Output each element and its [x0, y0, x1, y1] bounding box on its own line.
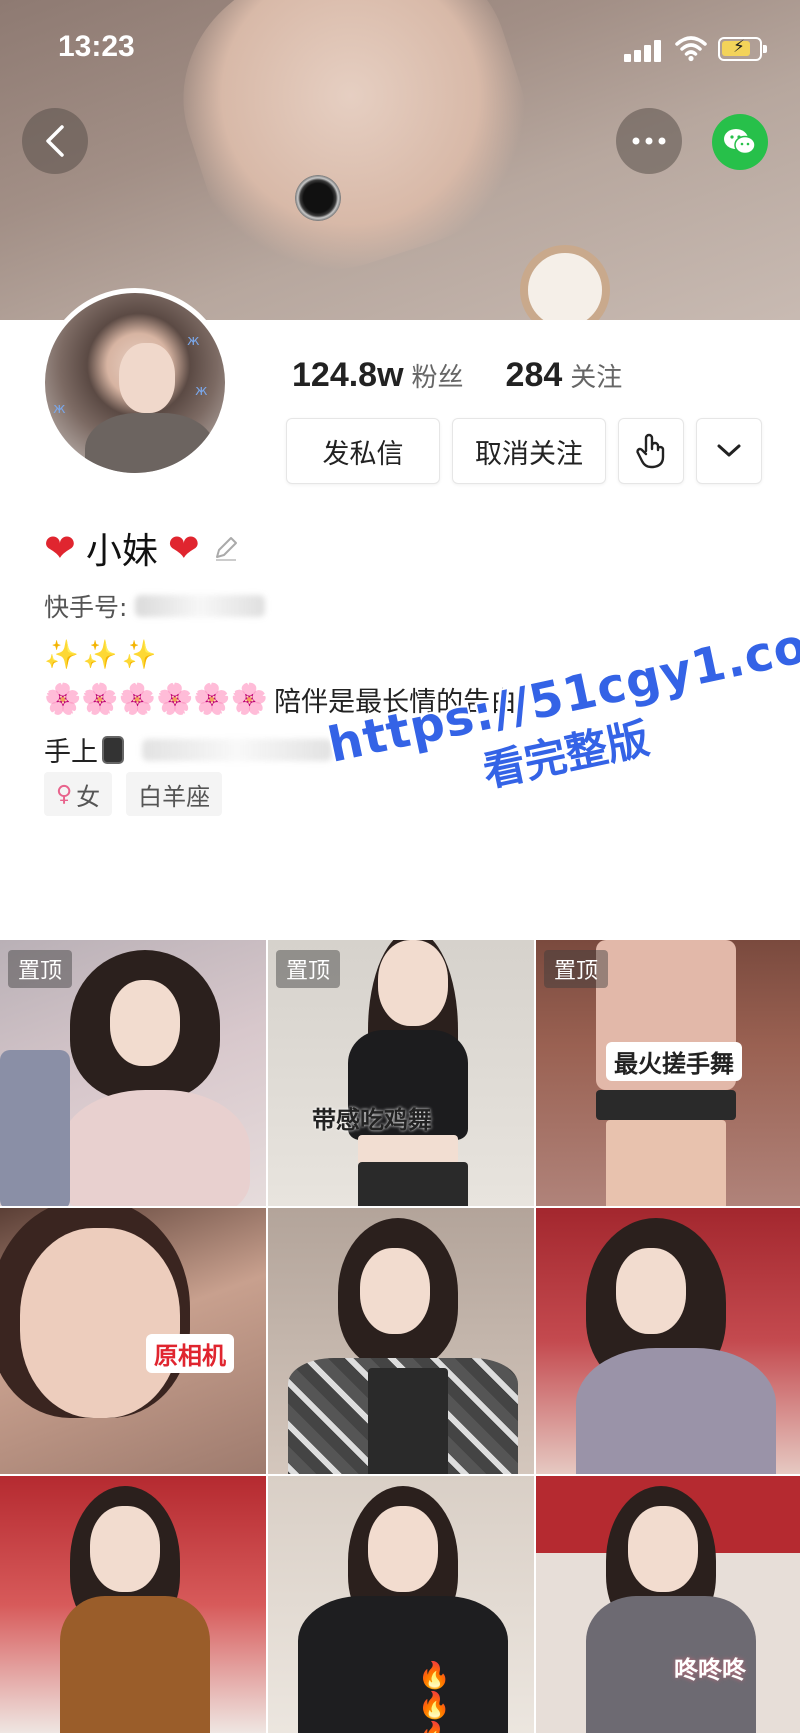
hand-pointer-icon — [636, 433, 665, 469]
profile-stats: 124.8w 粉丝 284 关注 — [292, 356, 664, 400]
status-time: 13:23 — [58, 30, 135, 63]
profile-name-row: ❤ 小妹 ❤ — [44, 522, 240, 574]
video-thumbnail[interactable]: 置顶 带感吃鸡舞 — [268, 940, 534, 1206]
profile-actions: 发私信 取消关注 — [286, 418, 762, 484]
bio-sparkles: ✨✨✨ — [44, 638, 161, 671]
more-options-button[interactable] — [616, 108, 682, 174]
followers-label[interactable]: 粉丝 — [412, 357, 464, 394]
profile-name: 小妹 — [85, 531, 158, 572]
pinned-badge: 置顶 — [544, 950, 609, 988]
chevron-down-icon — [717, 444, 741, 457]
banner-ring — [295, 175, 341, 221]
video-thumbnail[interactable] — [268, 1208, 534, 1474]
bio-hand-text: 手上 — [44, 737, 98, 768]
ellipsis-icon — [632, 137, 666, 145]
video-grid: 置顶 置顶 带感吃鸡舞 置顶 最火搓手舞 原相机 🔥🔥 咚咚咚 — [0, 940, 800, 1733]
pinned-badge: 置顶 — [8, 950, 73, 988]
send-message-button[interactable]: 发私信 — [286, 418, 440, 484]
video-thumbnail[interactable]: 原相机 — [0, 1208, 266, 1474]
edit-icon[interactable] — [212, 534, 240, 562]
unfollow-button[interactable]: 取消关注 — [452, 418, 606, 484]
gender-label: 女 — [76, 782, 101, 811]
kuaishou-id-label: 快手号: — [44, 593, 128, 622]
profile-tags: ♀ 女 白羊座 — [44, 772, 223, 816]
pinned-badge: 置顶 — [276, 950, 341, 988]
wechat-button[interactable] — [712, 114, 768, 170]
butterfly-icon: ж — [53, 401, 66, 417]
back-button[interactable] — [22, 108, 88, 174]
video-thumbnail[interactable]: 置顶 — [0, 940, 266, 1206]
chevron-left-icon — [46, 125, 64, 157]
female-icon: ♀ — [56, 781, 73, 807]
bio-flowers: 🌸🌸🌸🌸🌸🌸 — [44, 682, 269, 717]
expand-button[interactable] — [696, 418, 762, 484]
bio-hand-row: 手上 — [44, 730, 332, 769]
heart-icon: ❤ — [167, 526, 200, 570]
following-label[interactable]: 关注 — [570, 357, 622, 394]
video-caption: 咚咚咚 — [674, 1656, 746, 1684]
kuaishou-id-row: 快手号: — [44, 588, 266, 624]
kuaishou-id-value-blurred — [135, 595, 266, 617]
video-thumbnail[interactable]: 置顶 最火搓手舞 — [536, 940, 800, 1206]
banner-watch — [520, 245, 610, 330]
video-caption: 最火搓手舞 — [606, 1042, 742, 1081]
zodiac-tag: 白羊座 — [126, 772, 223, 816]
video-thumbnail[interactable] — [536, 1208, 800, 1474]
video-caption: 带感吃鸡舞 — [312, 1106, 432, 1134]
following-count[interactable]: 284 — [506, 356, 563, 395]
watch-icon — [102, 735, 124, 764]
status-bar: 13:23 ⚡ — [0, 0, 800, 100]
video-caption: 原相机 — [146, 1334, 234, 1373]
butterfly-icon: ж — [195, 383, 208, 399]
signal-icon — [624, 40, 666, 62]
avatar[interactable]: ж ж ж — [40, 288, 230, 478]
video-thumbnail[interactable] — [0, 1476, 266, 1733]
wechat-icon — [724, 129, 756, 155]
video-thumbnail[interactable]: 咚咚咚 — [536, 1476, 800, 1733]
battery-icon: ⚡ — [718, 37, 767, 61]
butterfly-icon: ж — [187, 333, 200, 349]
bio-hand-blurred — [142, 738, 332, 761]
heart-icon: ❤ — [44, 526, 76, 570]
video-thumbnail[interactable]: 🔥🔥🔥 — [268, 1476, 534, 1733]
followers-count[interactable]: 124.8w — [292, 356, 404, 395]
zodiac-label: 白羊座 — [138, 782, 211, 811]
poke-button[interactable] — [618, 418, 684, 484]
gender-tag: ♀ 女 — [44, 772, 113, 816]
wifi-icon — [675, 36, 707, 62]
